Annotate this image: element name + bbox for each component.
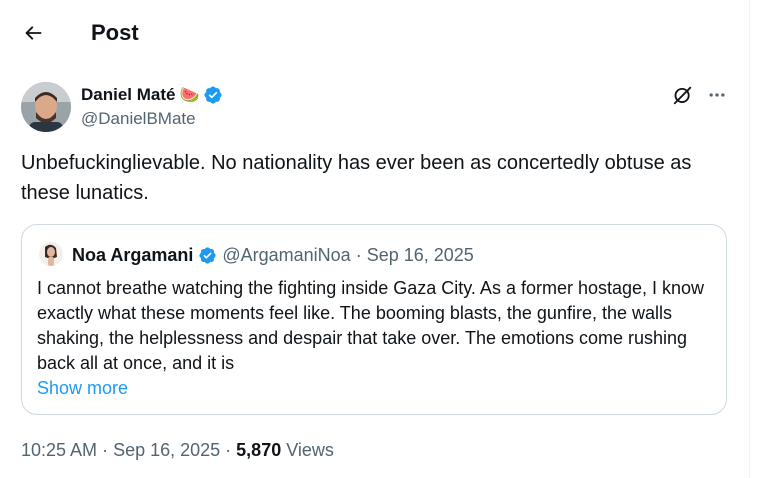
views-label[interactable]: Views xyxy=(281,440,334,460)
quote-date[interactable]: Sep 16, 2025 xyxy=(367,245,474,266)
grok-icon xyxy=(673,86,692,105)
quote-author-handle[interactable]: @ArgamaniNoa xyxy=(222,245,350,266)
quote-author-name[interactable]: Noa Argamani xyxy=(72,245,193,266)
quote-avatar[interactable] xyxy=(39,242,63,266)
author-avatar[interactable] xyxy=(21,82,71,132)
post-date[interactable]: Sep 16, 2025 xyxy=(113,440,220,460)
more-horizontal-icon xyxy=(709,93,725,97)
avatar-image xyxy=(39,242,63,266)
verified-badge-icon[interactable] xyxy=(203,85,223,105)
grok-button[interactable] xyxy=(668,80,698,110)
meta-separator: · xyxy=(220,440,237,460)
column-border xyxy=(749,0,750,478)
quote-text: I cannot breathe watching the fighting i… xyxy=(37,278,705,373)
header: Post xyxy=(0,0,749,66)
post-meta: 10:25 AM · Sep 16, 2025 · 5,870 Views xyxy=(21,438,334,462)
page-title: Post xyxy=(91,20,139,45)
verified-badge-icon xyxy=(199,246,216,264)
show-more-link[interactable]: Show more xyxy=(37,376,128,401)
author-emoji: 🍉 xyxy=(179,87,200,104)
author-name-row[interactable]: Daniel Maté 🍉 xyxy=(81,83,223,107)
views-count[interactable]: 5,870 xyxy=(236,440,281,460)
author-handle[interactable]: @DanielBMate xyxy=(81,108,196,130)
post-time[interactable]: 10:25 AM xyxy=(21,440,97,460)
arrow-left-icon xyxy=(25,26,42,40)
more-button[interactable] xyxy=(702,80,732,110)
back-button[interactable] xyxy=(14,14,52,52)
quoted-post[interactable]: Noa Argamani @ArgamaniNoa · Sep 16, 2025… xyxy=(21,224,727,415)
quote-header: Noa Argamani @ArgamaniNoa · Sep 16, 2025 xyxy=(72,243,474,267)
quote-separator: · xyxy=(355,244,362,265)
author-name[interactable]: Daniel Maté xyxy=(81,84,175,106)
meta-separator: · xyxy=(97,440,114,460)
post-text: Unbefuckinglievable. No nationality has … xyxy=(21,152,692,204)
avatar-image xyxy=(21,82,71,132)
